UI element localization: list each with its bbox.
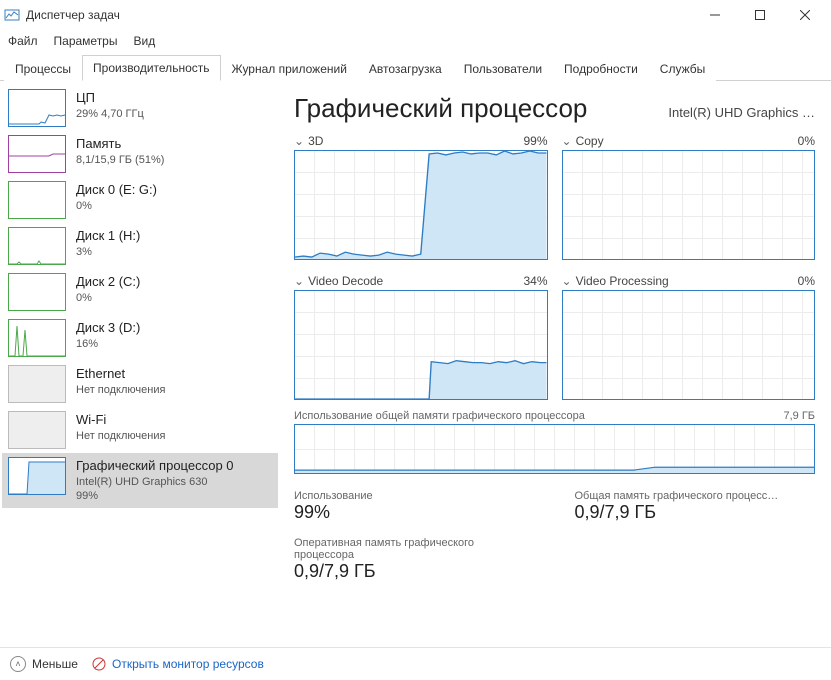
tab-users[interactable]: Пользователи: [453, 56, 553, 81]
sidebar-item-disk1[interactable]: Диск 1 (H:)3%: [2, 223, 278, 269]
tab-processes[interactable]: Процессы: [4, 56, 82, 81]
stat-dedicated-memory: Оперативная память графического процессо…: [294, 537, 535, 582]
plot-copy-wrap: ⌄ Copy 0%: [562, 134, 816, 260]
sidebar-item-gpu0[interactable]: Графический процессор 0Intel(R) UHD Grap…: [2, 453, 278, 508]
plot-video-processing: [562, 290, 816, 400]
sidebar-item-label: Диск 2 (C:): [76, 273, 140, 291]
plot-label[interactable]: Video Processing: [576, 274, 669, 288]
sidebar-item-label: ЦП: [76, 89, 144, 107]
plot-video-processing-wrap: ⌄ Video Processing 0%: [562, 274, 816, 400]
tab-services[interactable]: Службы: [649, 56, 716, 81]
chevron-down-icon[interactable]: ⌄: [562, 274, 572, 288]
plot-pct: 0%: [798, 134, 815, 148]
plot-3d: [294, 150, 548, 260]
tab-details[interactable]: Подробности: [553, 56, 649, 81]
menu-view[interactable]: Вид: [131, 32, 157, 50]
memory-label: Использование общей памяти графического …: [294, 410, 585, 422]
sidebar-item-ethernet[interactable]: EthernetНет подключения: [2, 361, 278, 407]
sidebar-item-sub: 0%: [76, 291, 140, 306]
stat-usage: Использование 99%: [294, 490, 535, 523]
plot-label[interactable]: 3D: [308, 134, 323, 148]
sidebar-item-sub: 16%: [76, 337, 140, 352]
plot-video-decode: [294, 290, 548, 400]
sidebar-item-wifi[interactable]: Wi-FiНет подключения: [2, 407, 278, 453]
plot-label[interactable]: Video Decode: [308, 274, 383, 288]
sidebar-item-sub: Нет подключения: [76, 383, 165, 398]
sidebar-item-label: Wi-Fi: [76, 411, 165, 429]
main-panel: Графический процессор Intel(R) UHD Graph…: [280, 81, 831, 647]
stat-value: 99%: [294, 502, 535, 523]
sidebar-item-sub: 8,1/15,9 ГБ (51%): [76, 153, 164, 168]
stat-value: 0,9/7,9 ГБ: [294, 561, 535, 582]
sidebar-item-cpu[interactable]: ЦП29% 4,70 ГГц: [2, 85, 278, 131]
sidebar-item-sub: Intel(R) UHD Graphics 630: [76, 475, 234, 490]
plot-copy: [562, 150, 816, 260]
open-resource-monitor-label: Открыть монитор ресурсов: [112, 657, 264, 671]
chevron-down-icon[interactable]: ⌄: [562, 134, 572, 148]
sidebar-item-label: Ethernet: [76, 365, 165, 383]
gpu-name: Intel(R) UHD Graphics …: [668, 105, 815, 120]
page-title: Графический процессор: [294, 93, 587, 124]
chevron-down-icon[interactable]: ⌄: [294, 274, 304, 288]
open-resource-monitor-link[interactable]: Открыть монитор ресурсов: [92, 657, 264, 671]
tab-performance[interactable]: Производительность: [82, 55, 220, 81]
window-title: Диспетчер задач: [26, 8, 120, 22]
tab-app-history[interactable]: Журнал приложений: [221, 56, 358, 81]
plot-pct: 99%: [523, 134, 547, 148]
stats-grid: Использование 99% Общая память графическ…: [294, 490, 815, 582]
footer: ˄ Меньше Открыть монитор ресурсов: [0, 647, 831, 680]
maximize-button[interactable]: [737, 0, 782, 30]
sidebar-item-disk3[interactable]: Диск 3 (D:)16%: [2, 315, 278, 361]
fewer-details-label: Меньше: [32, 657, 78, 671]
plot-video-decode-wrap: ⌄ Video Decode 34%: [294, 274, 548, 400]
stat-value: 0,9/7,9 ГБ: [575, 502, 816, 523]
sidebar-item-label: Диск 1 (H:): [76, 227, 140, 245]
tab-startup[interactable]: Автозагрузка: [358, 56, 453, 81]
close-button[interactable]: [782, 0, 827, 30]
menu-file[interactable]: Файл: [6, 32, 40, 50]
sidebar-item-label: Диск 0 (E: G:): [76, 181, 157, 199]
sidebar-item-label: Графический процессор 0: [76, 457, 234, 475]
menubar: Файл Параметры Вид: [0, 30, 831, 54]
stat-shared-memory: Общая память графического процесс… 0,9/7…: [575, 490, 816, 523]
sidebar: ЦП29% 4,70 ГГц Память8,1/15,9 ГБ (51%) Д…: [0, 81, 280, 647]
chevron-up-icon: ˄: [10, 656, 26, 672]
gpu-memory-wrap: Использование общей памяти графического …: [294, 410, 815, 474]
plot-pct: 34%: [523, 274, 547, 288]
titlebar: Диспетчер задач: [0, 0, 831, 30]
sidebar-item-memory[interactable]: Память8,1/15,9 ГБ (51%): [2, 131, 278, 177]
plot-pct: 0%: [798, 274, 815, 288]
chevron-down-icon[interactable]: ⌄: [294, 134, 304, 148]
fewer-details-button[interactable]: ˄ Меньше: [10, 656, 78, 672]
app-icon: [4, 7, 20, 23]
plot-3d-wrap: ⌄ 3D 99%: [294, 134, 548, 260]
sidebar-item-sub: 29% 4,70 ГГц: [76, 107, 144, 122]
window-controls: [692, 0, 827, 30]
plot-gpu-memory: [294, 424, 815, 474]
sidebar-item-sub: 0%: [76, 199, 157, 214]
sidebar-item-label: Память: [76, 135, 164, 153]
sidebar-item-sub: Нет подключения: [76, 429, 165, 444]
tab-bar: Процессы Производительность Журнал прило…: [0, 54, 831, 81]
sidebar-item-disk2[interactable]: Диск 2 (C:)0%: [2, 269, 278, 315]
sidebar-item-sub2: 99%: [76, 489, 234, 504]
stat-label: Общая память графического процесс…: [575, 490, 816, 502]
sidebar-item-label: Диск 3 (D:): [76, 319, 140, 337]
sidebar-item-sub: 3%: [76, 245, 140, 260]
memory-max: 7,9 ГБ: [783, 410, 815, 422]
resource-monitor-icon: [92, 657, 106, 671]
minimize-button[interactable]: [692, 0, 737, 30]
plot-label[interactable]: Copy: [576, 134, 604, 148]
stat-label: Использование: [294, 490, 535, 502]
sidebar-item-disk0[interactable]: Диск 0 (E: G:)0%: [2, 177, 278, 223]
stat-label: Оперативная память графического процессо…: [294, 537, 535, 561]
content: ЦП29% 4,70 ГГц Память8,1/15,9 ГБ (51%) Д…: [0, 81, 831, 647]
menu-params[interactable]: Параметры: [52, 32, 120, 50]
